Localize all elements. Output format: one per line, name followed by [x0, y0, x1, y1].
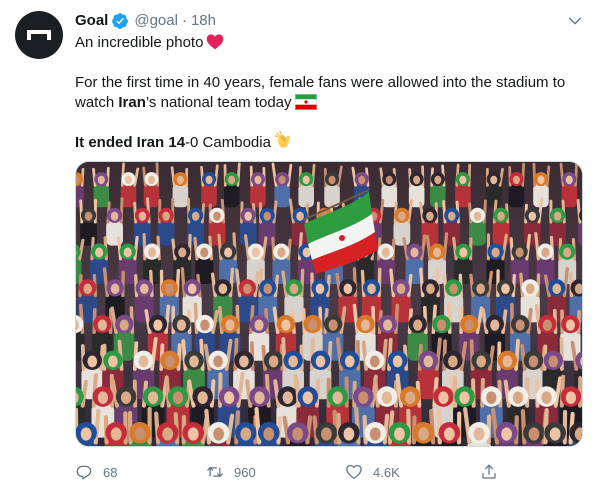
heart-outline-icon — [346, 464, 362, 480]
tweet-header: Goal @goal · 18h — [75, 11, 216, 31]
retweet-count: 960 — [234, 464, 256, 480]
red-heart-emoji-icon — [206, 33, 224, 56]
goal-avatar[interactable] — [15, 11, 63, 59]
tweet-intro-text: An incredible photo — [75, 34, 204, 51]
like-count: 4.6K — [373, 464, 400, 480]
crowd-photo-image — [76, 162, 582, 446]
tweet-actions: 68 960 4.6K — [75, 460, 583, 484]
text-segment: watch — [75, 94, 119, 111]
tweet-text-line-1: An incredible photo — [75, 33, 224, 56]
tweet-photo[interactable] — [75, 161, 583, 447]
clapping-hands-emoji-icon — [274, 130, 294, 156]
retweet-button[interactable]: 960 — [206, 460, 256, 484]
iran-flag-emoji-icon — [294, 94, 317, 116]
author-handle[interactable]: @goal — [134, 11, 178, 31]
verified-badge-icon — [111, 12, 129, 30]
tweet-timestamp[interactable]: 18h — [191, 11, 216, 31]
separator-dot: · — [181, 12, 187, 29]
chevron-down-icon[interactable] — [566, 12, 584, 30]
retweet-icon — [207, 466, 223, 478]
tweet-card[interactable]: Goal @goal · 18h An incredible photo For… — [0, 0, 598, 491]
bold-iran-text: Iran — [118, 94, 146, 111]
reply-count: 68 — [103, 464, 118, 480]
text-segment: ’s national team today — [145, 94, 292, 111]
reply-icon — [76, 465, 92, 480]
tweet-text-line-4: It ended Iran 14-0 Cambodia — [75, 130, 294, 156]
tweet-text-line-3: watch Iran’s national team today — [75, 93, 317, 116]
score-rest-text: -0 Cambodia — [185, 134, 271, 151]
author-name[interactable]: Goal — [75, 11, 108, 31]
share-icon — [482, 464, 496, 479]
like-button[interactable]: 4.6K — [345, 460, 400, 484]
share-button[interactable] — [480, 460, 498, 484]
reply-button[interactable]: 68 — [75, 460, 117, 484]
goal-logo-icon — [27, 30, 51, 40]
bold-score-text: It ended Iran 14 — [75, 134, 186, 151]
tweet-text-line-2: For the first time in 40 years, female f… — [75, 74, 566, 91]
